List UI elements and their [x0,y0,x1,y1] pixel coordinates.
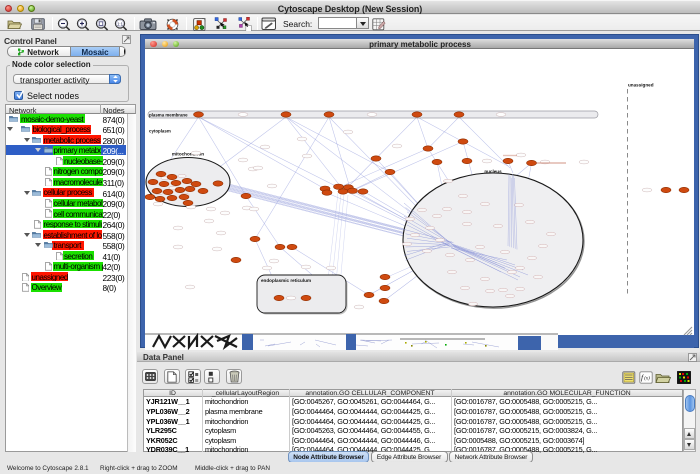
svg-text:plasma membrane: plasma membrane [149,112,188,117]
svg-text:cytoplasm: cytoplasm [149,129,171,134]
svg-text:(x): (x) [644,377,650,382]
svg-text:endoplasmic reticulum: endoplasmic reticulum [261,278,311,283]
svg-text:1:1: 1:1 [117,21,123,26]
svg-text:unassigned: unassigned [628,83,654,88]
svg-text:nucleus: nucleus [484,169,502,174]
